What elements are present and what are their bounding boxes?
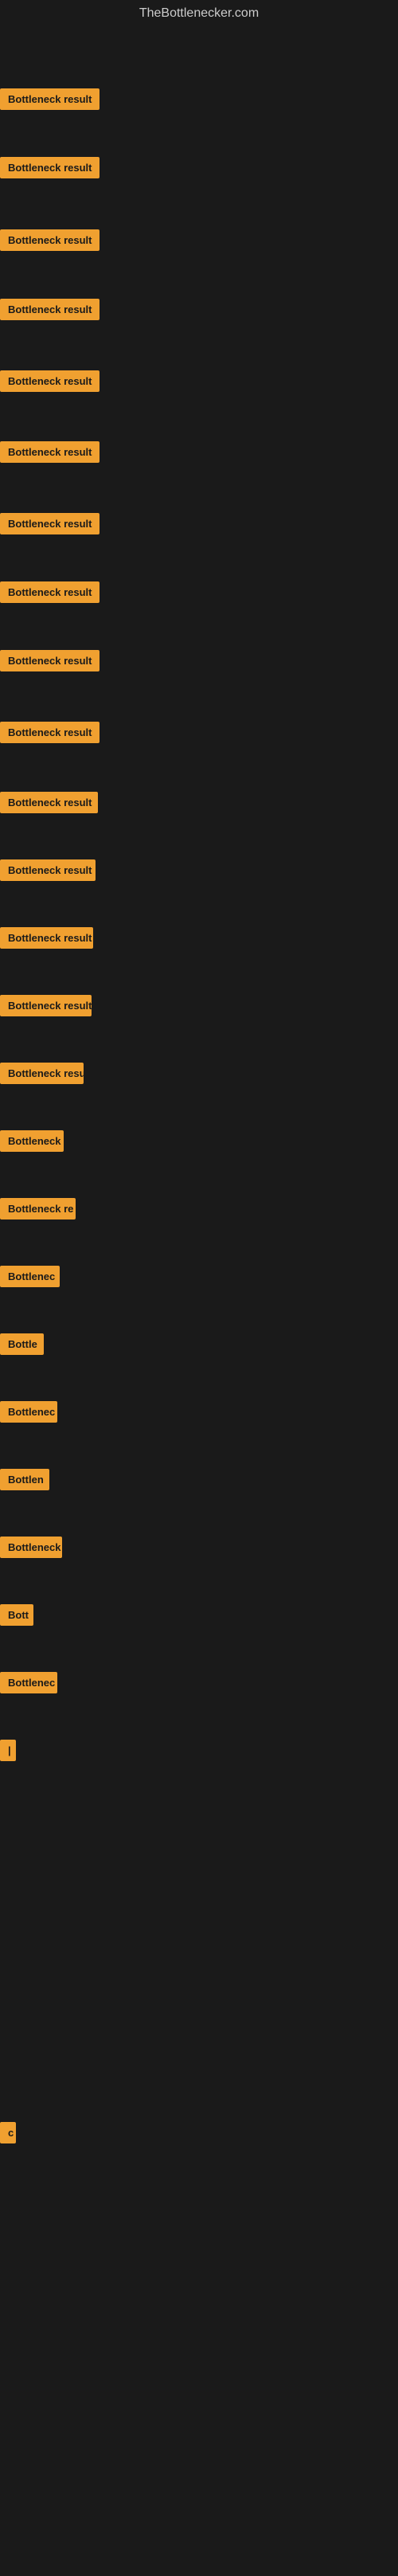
bottleneck-item-14: Bottleneck result xyxy=(0,995,92,1020)
bottleneck-item-2: Bottleneck result xyxy=(0,157,100,182)
bottleneck-badge-25[interactable]: | xyxy=(0,1740,16,1761)
bottleneck-item-7: Bottleneck result xyxy=(0,513,100,538)
bottleneck-badge-5[interactable]: Bottleneck result xyxy=(0,370,100,392)
bottleneck-badge-7[interactable]: Bottleneck result xyxy=(0,513,100,534)
bottleneck-item-1: Bottleneck result xyxy=(0,88,100,114)
bottleneck-badge-21[interactable]: Bottlen xyxy=(0,1469,49,1490)
bottleneck-item-26: c xyxy=(0,2122,16,2147)
bottleneck-badge-4[interactable]: Bottleneck result xyxy=(0,299,100,320)
bottleneck-badge-20[interactable]: Bottlenec xyxy=(0,1401,57,1423)
bottleneck-badge-11[interactable]: Bottleneck result xyxy=(0,792,98,813)
bottleneck-badge-15[interactable]: Bottleneck resu xyxy=(0,1063,84,1084)
bottleneck-badge-12[interactable]: Bottleneck result xyxy=(0,859,96,881)
bottleneck-item-19: Bottle xyxy=(0,1333,44,1359)
bottleneck-item-4: Bottleneck result xyxy=(0,299,100,324)
bottleneck-item-11: Bottleneck result xyxy=(0,792,98,817)
bottleneck-item-17: Bottleneck re xyxy=(0,1198,76,1223)
bottleneck-item-6: Bottleneck result xyxy=(0,441,100,467)
bottleneck-badge-10[interactable]: Bottleneck result xyxy=(0,722,100,743)
site-title: TheBottlenecker.com xyxy=(0,0,398,27)
bottleneck-badge-23[interactable]: Bott xyxy=(0,1604,33,1626)
bottleneck-badge-26[interactable]: c xyxy=(0,2122,16,2143)
bottleneck-item-5: Bottleneck result xyxy=(0,370,100,396)
bottleneck-badge-16[interactable]: Bottleneck xyxy=(0,1130,64,1152)
bottleneck-item-16: Bottleneck xyxy=(0,1130,64,1156)
bottleneck-item-25: | xyxy=(0,1740,16,1765)
bottleneck-item-8: Bottleneck result xyxy=(0,581,100,607)
bottleneck-badge-2[interactable]: Bottleneck result xyxy=(0,157,100,178)
bottleneck-item-23: Bott xyxy=(0,1604,33,1630)
bottleneck-badge-17[interactable]: Bottleneck re xyxy=(0,1198,76,1219)
bottleneck-item-12: Bottleneck result xyxy=(0,859,96,885)
bottleneck-item-13: Bottleneck result xyxy=(0,927,93,953)
bottleneck-item-20: Bottlenec xyxy=(0,1401,57,1427)
bottleneck-badge-24[interactable]: Bottlenec xyxy=(0,1672,57,1693)
bottleneck-badge-8[interactable]: Bottleneck result xyxy=(0,581,100,603)
bottleneck-badge-6[interactable]: Bottleneck result xyxy=(0,441,100,463)
bottleneck-item-15: Bottleneck resu xyxy=(0,1063,84,1088)
bottleneck-item-9: Bottleneck result xyxy=(0,650,100,675)
bottleneck-item-18: Bottlenec xyxy=(0,1266,60,1291)
bottleneck-item-22: Bottleneck xyxy=(0,1537,62,1562)
bottleneck-item-24: Bottlenec xyxy=(0,1672,57,1697)
bottleneck-badge-18[interactable]: Bottlenec xyxy=(0,1266,60,1287)
bottleneck-badge-1[interactable]: Bottleneck result xyxy=(0,88,100,110)
bottleneck-item-3: Bottleneck result xyxy=(0,229,100,255)
bottleneck-badge-22[interactable]: Bottleneck xyxy=(0,1537,62,1558)
bottleneck-badge-9[interactable]: Bottleneck result xyxy=(0,650,100,671)
bottleneck-item-10: Bottleneck result xyxy=(0,722,100,747)
bottleneck-badge-19[interactable]: Bottle xyxy=(0,1333,44,1355)
bottleneck-badge-14[interactable]: Bottleneck result xyxy=(0,995,92,1016)
bottleneck-badge-3[interactable]: Bottleneck result xyxy=(0,229,100,251)
bottleneck-badge-13[interactable]: Bottleneck result xyxy=(0,927,93,949)
bottleneck-item-21: Bottlen xyxy=(0,1469,49,1494)
